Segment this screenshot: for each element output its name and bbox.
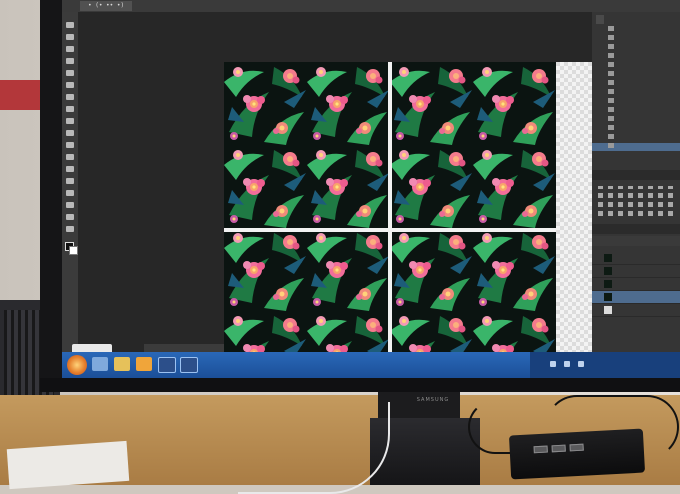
history-brush-icon[interactable]: [66, 130, 74, 136]
pattern-tile-bottom-left: [224, 228, 390, 358]
layer-controls[interactable]: [592, 236, 680, 246]
photoshop-icon[interactable]: [158, 357, 176, 373]
layer-row[interactable]: [592, 278, 680, 291]
history-state-icon: [608, 98, 614, 103]
history-state-icon: [608, 134, 614, 139]
usb-port: [533, 445, 548, 454]
history-state-icon: [608, 107, 614, 112]
healing-brush-icon[interactable]: [66, 94, 74, 100]
layer-thumbnail: [604, 306, 612, 314]
magic-wand-icon[interactable]: [66, 58, 74, 64]
history-item[interactable]: [592, 125, 680, 133]
history-item[interactable]: [592, 107, 680, 115]
history-state-icon: [608, 89, 614, 94]
horizontal-guide[interactable]: [224, 228, 556, 232]
ie-icon[interactable]: [92, 357, 108, 371]
crop-tool-icon[interactable]: [66, 70, 74, 76]
paper-sheet: [6, 440, 130, 490]
history-item[interactable]: [592, 134, 680, 142]
usb-port: [551, 444, 566, 453]
windows-taskbar: [62, 352, 680, 378]
marquee-tool-icon[interactable]: [66, 34, 74, 40]
brush-tool-icon[interactable]: [66, 106, 74, 112]
folder-icon[interactable]: [114, 357, 130, 371]
history-item[interactable]: [592, 44, 680, 52]
history-state-icon: [608, 71, 614, 76]
history-state-icon: [608, 35, 614, 40]
monitor-logo: SAMSUNG: [416, 397, 450, 403]
history-item[interactable]: [592, 26, 680, 34]
history-item[interactable]: [592, 71, 680, 79]
blur-tool-icon[interactable]: [66, 166, 74, 172]
history-item[interactable]: [592, 116, 680, 124]
shape-tool-icon[interactable]: [66, 226, 74, 232]
tools-panel: [62, 12, 78, 352]
layer-row[interactable]: [592, 252, 680, 265]
dodge-tool-icon[interactable]: [66, 178, 74, 184]
history-item[interactable]: [592, 89, 680, 97]
network-icon[interactable]: [550, 361, 556, 367]
usb-hub: [508, 428, 646, 480]
usb-port: [569, 443, 584, 452]
stamp-tool-icon[interactable]: [66, 118, 74, 124]
move-tool-icon[interactable]: [66, 22, 74, 28]
path-select-icon[interactable]: [66, 214, 74, 220]
history-item[interactable]: [592, 35, 680, 43]
history-item[interactable]: [592, 98, 680, 106]
ps-options-bar: • (• •• •): [62, 0, 680, 12]
system-tray: [530, 352, 680, 378]
history-state-icon: [608, 143, 614, 148]
type-tool-icon[interactable]: [66, 202, 74, 208]
monitor-screen: • (• •• •): [62, 0, 680, 370]
eraser-tool-icon[interactable]: [66, 142, 74, 148]
layer-row[interactable]: [592, 304, 680, 317]
start-button[interactable]: [67, 355, 87, 375]
history-state-icon: [608, 53, 614, 58]
history-state-icon: [608, 62, 614, 67]
adjustment-icons[interactable]: [598, 186, 676, 216]
layer-thumbnail: [604, 267, 612, 275]
history-state-icon: [608, 116, 614, 121]
eyedropper-icon[interactable]: [66, 82, 74, 88]
pattern-tile-top-left: [224, 62, 390, 228]
layer-row[interactable]: [592, 265, 680, 278]
document-tab[interactable]: • (• •• •): [80, 1, 133, 11]
volume-icon[interactable]: [564, 361, 570, 367]
history-item-selected[interactable]: [592, 143, 680, 151]
layer-row-selected[interactable]: [592, 291, 680, 304]
monitor-chin: [40, 378, 680, 392]
layer-thumbnail: [604, 280, 612, 288]
pen-tool-icon[interactable]: [66, 190, 74, 196]
pattern-tile-top-right: [390, 62, 556, 228]
history-state-icon: [608, 125, 614, 130]
history-item[interactable]: [592, 80, 680, 88]
layer-thumbnail: [604, 254, 612, 262]
gradient-tool-icon[interactable]: [66, 154, 74, 160]
history-item[interactable]: [592, 62, 680, 70]
lasso-tool-icon[interactable]: [66, 46, 74, 52]
pattern-tile-bottom-right: [390, 228, 556, 358]
history-state-icon: [608, 26, 614, 31]
status-bar: [144, 344, 224, 352]
background-color-swatch[interactable]: [69, 246, 78, 255]
right-panels: [592, 12, 680, 352]
history-panel-tab[interactable]: [596, 15, 604, 24]
flag-icon[interactable]: [578, 361, 584, 367]
layer-thumbnail: [604, 293, 612, 301]
layers-panel-header[interactable]: [592, 224, 680, 234]
adjustments-panel-header[interactable]: [592, 170, 680, 180]
red-object: [0, 80, 42, 110]
photoshop-icon[interactable]: [180, 357, 198, 373]
vertical-guide[interactable]: [388, 62, 392, 358]
white-cable: [238, 402, 390, 494]
history-state-icon: [608, 80, 614, 85]
history-state-icon: [608, 44, 614, 49]
history-item[interactable]: [592, 53, 680, 61]
media-icon[interactable]: [136, 357, 152, 371]
